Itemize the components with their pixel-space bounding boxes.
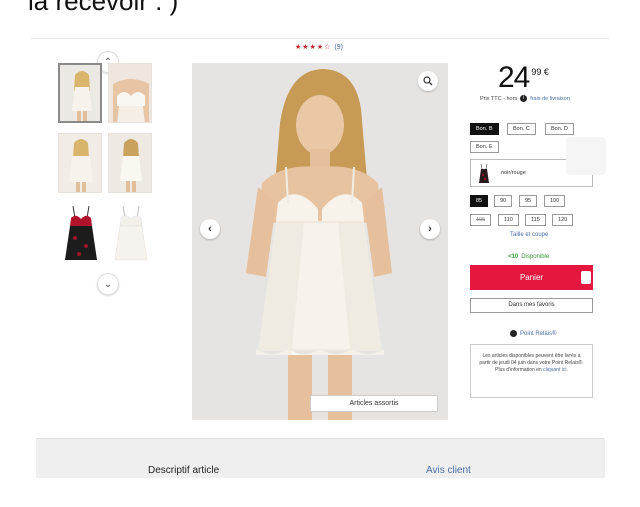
size-option-100[interactable]: 100 [544,195,566,207]
thumbnail-1[interactable] [58,63,102,123]
availability: <10 Disponible [508,254,549,260]
rating-count[interactable]: (9) [334,44,343,51]
price: 24 99 € [498,61,549,95]
model-icon [60,65,100,121]
next-image-button[interactable]: › [420,219,440,239]
matching-items-button[interactable]: Articles assortis [310,395,438,412]
add-to-cart-button[interactable]: Panier [470,265,593,290]
size-option-115[interactable]: 115 [525,214,546,226]
location-pin-icon [510,330,517,337]
delivery-info-text: Les articles disponibles peuvent être li… [479,353,584,373]
search-icon [423,76,433,86]
thumbs-down-button[interactable]: ⌄ [97,273,119,295]
size-option-85[interactable]: 85 [470,195,489,207]
bust-icon [109,64,151,122]
stock-badge: <10 [508,254,519,260]
chevron-down-icon: ⌄ [103,278,113,290]
add-to-favorites-button[interactable]: Dans mes favoris [470,298,593,313]
color-swatch-icon [479,164,489,183]
color-label: noir/rouge [501,170,526,176]
size-option-95[interactable]: 95 [519,195,538,207]
cup-option-d[interactable]: Bon. D [545,123,574,135]
size-option-110[interactable]: 110 [498,214,519,226]
model-icon [109,134,151,192]
rating-stars: ★★★★☆ [295,44,332,51]
relais-link[interactable]: Point Relais® [510,330,556,337]
thumbnail-6[interactable] [108,203,152,263]
info-icon[interactable]: i [520,95,528,102]
cup-option-b[interactable]: Bon. B [470,123,499,135]
chevron-left-icon: ‹ [208,223,212,235]
side-widget[interactable] [566,137,606,175]
white-babydoll-icon [109,204,151,262]
prev-image-button[interactable]: ‹ [200,219,220,239]
cup-option-c[interactable]: Bon. C [507,123,536,135]
price-integer: 24 [498,61,530,94]
chevron-right-icon: › [428,223,432,235]
thumbnail-3[interactable] [58,133,102,193]
main-product-image[interactable]: ‹ › Articles assortis [192,63,448,420]
model-photo [192,63,448,420]
thumbnail-5[interactable] [58,203,102,263]
shipping-link[interactable]: frais de livraison [530,96,570,102]
cart-icon [581,271,591,284]
black-babydoll-icon [59,204,101,262]
size-guide-link[interactable]: Taille et coupe [510,232,548,238]
size-option-120[interactable]: 120 [552,214,574,226]
cup-option-e[interactable]: Bon. E [470,141,499,153]
tab-description[interactable]: Descriptif article [148,465,219,476]
rating[interactable]: ★★★★☆ (9) [295,43,343,51]
thumbnail-4[interactable] [108,133,152,193]
price-note-text: Prix TTC - hors [480,95,518,102]
availability-label: Disponible [521,254,550,260]
tab-reviews[interactable]: Avis client [426,465,471,476]
product-page: ★★★★☆ (9) ⌃ ⌄ ‹ › Articles assortis 24 9… [30,38,610,472]
delivery-info-box: Les articles disponibles peuvent être li… [470,344,593,398]
size-option-90[interactable]: 90 [494,195,513,207]
price-cents: 99 € [531,67,549,77]
relais-label: Point Relais® [520,331,557,338]
caption-text: la recevoir : ) [28,0,179,16]
product-tabs: Descriptif article Avis client [36,438,605,478]
thumbnail-2[interactable] [108,63,152,123]
model-icon [59,134,101,192]
size-option-105[interactable]: 105 [470,214,492,226]
price-note: Prix TTC - hors i frais de livraison [480,95,570,102]
more-info-link[interactable]: cliquant ici. [543,367,568,373]
zoom-button[interactable] [418,71,438,91]
cart-label: Panier [519,273,544,282]
